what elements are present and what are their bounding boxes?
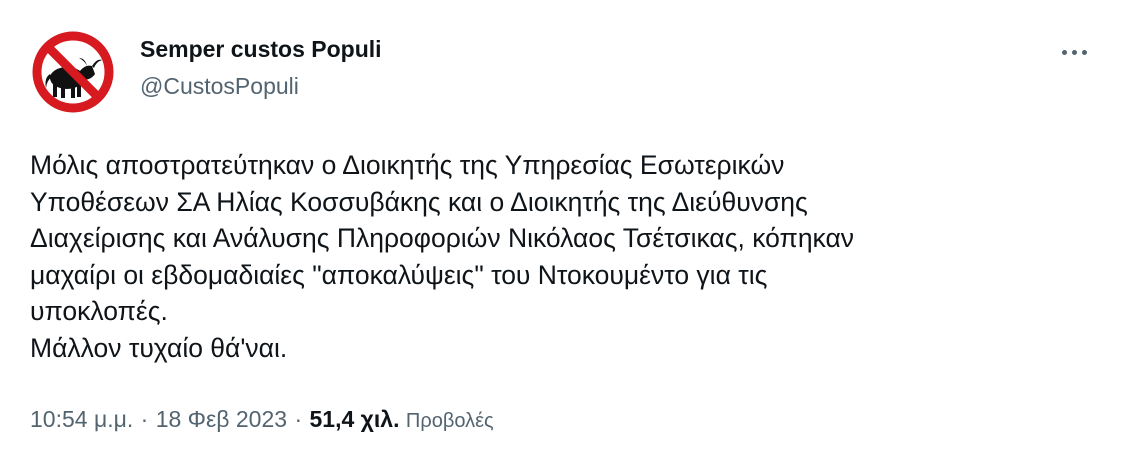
tweet-text-line: υποκλοπές. bbox=[30, 296, 168, 326]
tweet-text-line: Διαχείρισης και Ανάλυσης Πληροφοριών Νικ… bbox=[30, 223, 855, 253]
tweet-text-line: μαχαίρι οι εβδομαδιαίες "αποκαλύψεις" το… bbox=[30, 259, 768, 290]
tweet-text: Μόλις αποστρατεύτηκαν ο Διοικητής της Υπ… bbox=[30, 147, 1100, 366]
tweet-date[interactable]: 18 Φεβ 2023 bbox=[156, 406, 287, 432]
more-options-button[interactable] bbox=[1052, 38, 1096, 66]
meta-separator: · bbox=[294, 406, 303, 432]
more-options-icon bbox=[1081, 49, 1087, 55]
views-count[interactable]: 51,4 χιλ. bbox=[310, 406, 400, 432]
more-options-icon bbox=[1071, 49, 1077, 55]
display-name[interactable]: Semper custos Populi bbox=[140, 34, 382, 64]
views-label: Προβολές bbox=[405, 410, 494, 432]
tweet-text-line: Μόλις αποστρατεύτηκαν ο Διοικητής της Υπ… bbox=[30, 150, 785, 180]
tweet-header: Semper custos Populi @CustosPopuli bbox=[140, 34, 382, 101]
tweet-meta: 10:54 μ.μ. · 18 Φεβ 2023 · 51,4 χιλ. Προ… bbox=[30, 402, 494, 438]
avatar[interactable] bbox=[29, 28, 117, 116]
handle[interactable]: @CustosPopuli bbox=[140, 71, 382, 101]
more-options-icon bbox=[1061, 49, 1067, 55]
tweet: Semper custos Populi @CustosPopuli Μόλις… bbox=[0, 0, 1126, 464]
tweet-time[interactable]: 10:54 μ.μ. bbox=[30, 406, 133, 432]
tweet-text-line: Υποθέσεων ΣΑ Ηλίας Κοσσυβάκης και ο Διοι… bbox=[30, 186, 808, 217]
meta-separator: · bbox=[140, 406, 149, 432]
tweet-text-line: Μάλλον τυχαίο θά'ναι. bbox=[30, 332, 288, 363]
no-bull-sign-icon bbox=[29, 28, 117, 116]
